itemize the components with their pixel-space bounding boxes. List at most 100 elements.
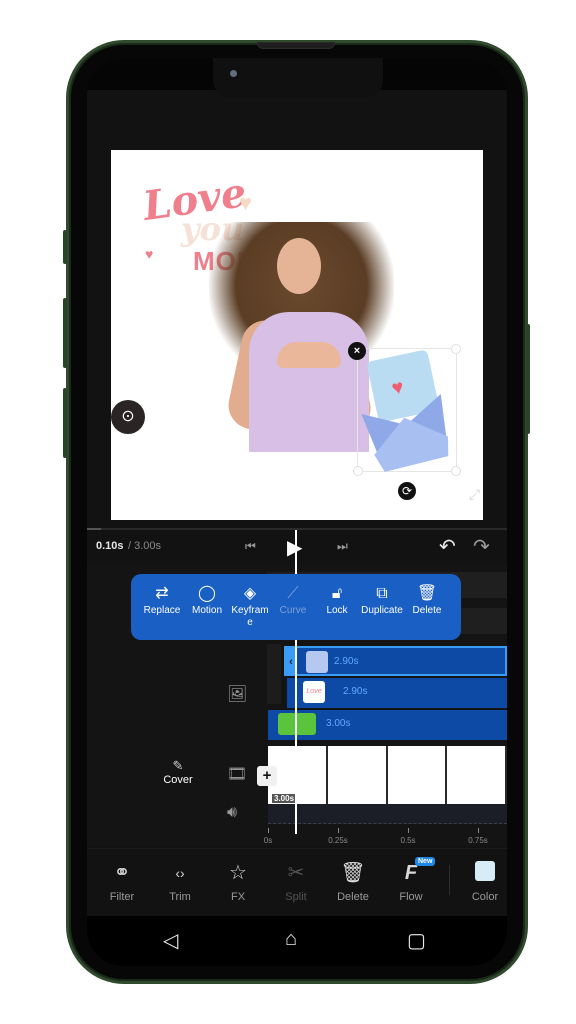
tool-color[interactable]: Color: [461, 861, 507, 903]
phone-side-button: [63, 230, 67, 264]
menu-item-replace[interactable]: ⇄ Replace: [139, 574, 185, 640]
replace-icon: ⇄: [155, 585, 169, 602]
heart-icon: ♥: [145, 246, 154, 262]
audio-track[interactable]: [268, 804, 507, 824]
phone-power-button: [526, 324, 530, 434]
photo-hands: [277, 342, 341, 368]
redo-icon[interactable]: ↷: [473, 534, 490, 559]
add-clip-button[interactable]: +: [257, 766, 277, 786]
ruler-tick: [338, 828, 339, 833]
toolbar-divider: [449, 865, 450, 895]
keyframe-icon: ◈: [243, 585, 257, 602]
tool-trim[interactable]: ‹› Trim: [156, 861, 204, 903]
fullscreen-icon[interactable]: ⤢: [469, 486, 480, 503]
menu-item-label: Delete: [412, 605, 442, 616]
pen-icon: ✎: [172, 758, 184, 773]
ruler-tick: [408, 828, 409, 833]
resize-handle[interactable]: [353, 466, 363, 476]
video-frame: [327, 746, 388, 804]
ruler-label: 0.75s: [468, 836, 488, 845]
notch: [213, 58, 383, 98]
star-icon: ☆: [229, 862, 247, 884]
clip-thumbnail: Love: [303, 681, 325, 703]
menu-item-label: Lock: [326, 605, 348, 616]
add-sticker-icon[interactable]: 🖼︎: [227, 684, 247, 704]
cover-button[interactable]: ✎ Cover: [161, 758, 195, 786]
track-background: [267, 644, 281, 704]
time-ruler: 0s 0.25s 0.5s 0.75s: [87, 824, 507, 848]
photo-face: [277, 238, 321, 294]
menu-item-delete[interactable]: 🗑︎ Delete: [405, 574, 449, 640]
app-screen: Love you MOM ♥ ♥ ♥ × ⟳ ⤢ ⊙: [87, 58, 507, 966]
timeline-clip-love-you-mom[interactable]: Love 2.90s: [287, 678, 507, 708]
tool-flow[interactable]: F New Flow: [387, 857, 436, 903]
video-frame: [387, 746, 448, 804]
menu-item-keyframe[interactable]: ◈ Keyframe: [229, 574, 271, 640]
front-camera: [230, 70, 237, 77]
selected-sticker-envelope[interactable]: ♥: [353, 344, 461, 476]
total-time: / 3.00s: [128, 540, 161, 552]
trash-icon: 🗑︎: [340, 862, 366, 884]
filter-icon: ⚭: [113, 862, 131, 884]
trim-icon: ‹›: [175, 865, 185, 881]
clip-duration: 2.90s: [343, 686, 368, 697]
sticker-context-menu: ⇄ Replace ◯ Motion ◈ Keyframe ⟋ Curve 🔓︎…: [131, 574, 461, 640]
duplicate-icon: ⧉: [376, 585, 388, 602]
skip-next-icon[interactable]: ⏭: [337, 539, 348, 554]
add-video-icon[interactable]: 🎞︎: [227, 764, 247, 784]
total-time-value: 3.00s: [134, 540, 162, 552]
resize-handle[interactable]: [451, 466, 461, 476]
tool-label: FX: [230, 891, 246, 903]
rotate-icon[interactable]: ⟳: [398, 482, 416, 500]
menu-item-label: Curve: [279, 605, 307, 616]
menu-item-motion[interactable]: ◯ Motion: [185, 574, 229, 640]
clip-duration: 3.00s: [326, 718, 351, 729]
phone-volume-down: [63, 388, 67, 458]
tool-delete[interactable]: 🗑︎ Delete: [329, 861, 377, 903]
new-badge: New: [415, 857, 436, 866]
heart-icon: ♥: [239, 190, 253, 215]
ruler-label: 0.5s: [400, 836, 416, 845]
menu-item-label: Keyframe: [231, 605, 269, 628]
tool-fx[interactable]: ☆ FX: [214, 861, 262, 903]
menu-item-label: Motion: [191, 605, 222, 616]
cover-label: Cover: [163, 774, 193, 786]
tool-label: Trim: [169, 891, 191, 903]
home-icon[interactable]: ⌂: [285, 928, 297, 951]
photo-body: [249, 312, 369, 452]
back-icon[interactable]: ◁: [163, 928, 178, 953]
resize-handle[interactable]: [451, 344, 461, 354]
preview-canvas[interactable]: Love you MOM ♥ ♥ ♥ × ⟳ ⤢: [111, 150, 483, 520]
recents-icon[interactable]: ▢: [407, 928, 426, 953]
timeline-clip-photo[interactable]: 3.00s: [268, 710, 507, 740]
timeline-clip-envelope[interactable]: ‹ 2.90s: [284, 646, 507, 676]
ruler-label: 0s: [263, 836, 273, 845]
current-time: 0.10s: [96, 540, 124, 552]
ruler-tick: [478, 828, 479, 833]
tool-split[interactable]: ✂ Split: [272, 861, 320, 903]
phone-speaker: [257, 42, 335, 49]
menu-item-curve[interactable]: ⟋ Curve: [271, 574, 315, 640]
tool-filter[interactable]: ⚭ Filter: [98, 861, 146, 903]
ruler-tick: [268, 828, 269, 833]
lens-icon[interactable]: ⊙: [111, 400, 145, 434]
video-frame: [447, 746, 507, 804]
undo-icon[interactable]: ↶: [439, 534, 456, 559]
tool-label: Flow: [399, 891, 423, 903]
video-duration: 3.00s: [272, 794, 297, 803]
clip-duration: 2.90s: [334, 656, 359, 667]
menu-item-label: Duplicate: [361, 605, 403, 616]
video-track[interactable]: [268, 746, 507, 804]
scissors-icon: ✂: [287, 862, 305, 884]
close-icon[interactable]: ×: [348, 342, 366, 360]
volume-icon[interactable]: 🔊︎: [227, 804, 237, 822]
menu-item-label: Replace: [143, 605, 181, 616]
skip-previous-icon[interactable]: ⏮: [245, 539, 256, 554]
menu-item-duplicate[interactable]: ⧉ Duplicate: [359, 574, 405, 640]
tool-label: Filter: [109, 891, 135, 903]
bottom-toolbar: ⚭ Filter ‹› Trim ☆ FX ✂ Split 🗑︎ Delete …: [87, 848, 507, 916]
clip-thumbnail: [306, 651, 328, 673]
menu-item-lock[interactable]: 🔓︎ Lock: [315, 574, 359, 640]
color-swatch-icon: [475, 861, 495, 881]
tool-label: Color: [471, 891, 499, 903]
